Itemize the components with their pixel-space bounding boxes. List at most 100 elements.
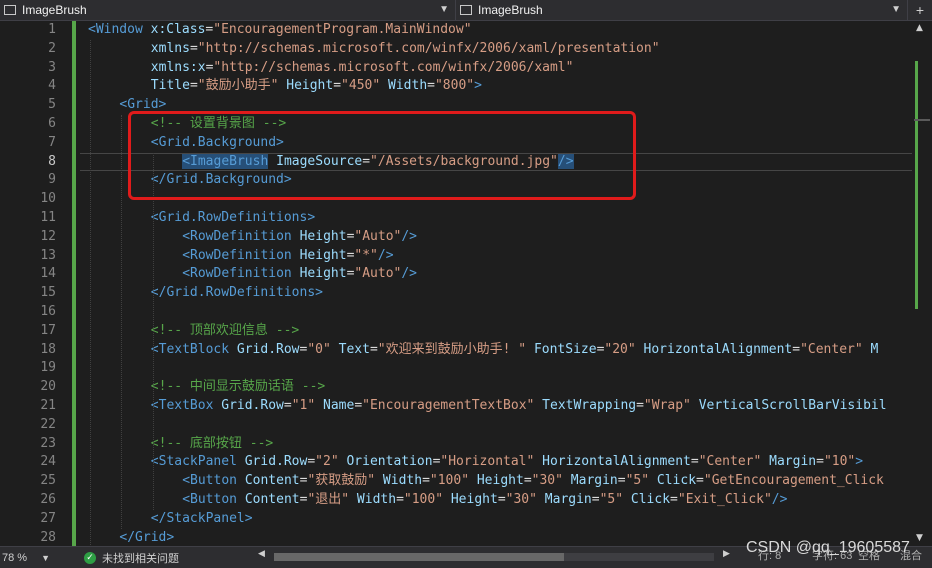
code-token: = bbox=[189, 40, 198, 56]
element-icon bbox=[460, 5, 472, 15]
code-editor[interactable]: <Window x:Class = "EncouragementProgram.Ma… bbox=[80, 21, 912, 546]
code-token: FontSize bbox=[533, 341, 597, 357]
code-token: <StackPanel bbox=[150, 454, 245, 470]
code-token: = bbox=[422, 473, 430, 489]
code-token: "欢迎来到鼓励小助手! " bbox=[377, 341, 527, 357]
scroll-right-icon[interactable]: ▶ bbox=[723, 549, 730, 559]
code-line: </Grid.RowDefinitions> bbox=[151, 284, 323, 303]
code-token: "Horizontal" bbox=[440, 454, 535, 470]
code-token: <!-- 底部按钮 --> bbox=[150, 435, 274, 451]
line-number: 15 bbox=[40, 285, 56, 301]
code-token: <!-- 顶部欢迎信息 --> bbox=[150, 322, 300, 338]
code-token: "10" bbox=[823, 454, 856, 470]
code-token: Height bbox=[286, 78, 334, 94]
code-token: Height bbox=[450, 492, 498, 507]
code-token: = bbox=[696, 473, 704, 489]
scrollbar-change-marker bbox=[915, 61, 918, 309]
code-token: Content bbox=[244, 473, 300, 489]
code-token: "1" bbox=[291, 398, 316, 413]
code-line: <Button Content="退出" Width="100" Height=… bbox=[182, 491, 787, 510]
code-token: = bbox=[283, 398, 292, 413]
code-token: <TextBox bbox=[150, 398, 222, 413]
code-token: Grid.Row bbox=[221, 398, 284, 413]
indent-guide bbox=[152, 152, 154, 510]
scroll-down-icon[interactable]: ▼ bbox=[916, 533, 923, 543]
line-number: 27 bbox=[40, 510, 56, 526]
code-token: Title bbox=[150, 78, 190, 94]
code-token: "EncouragementTextBox" bbox=[362, 398, 535, 413]
code-token: > bbox=[474, 78, 482, 94]
code-token: </Grid.RowDefinitions> bbox=[150, 285, 323, 301]
code-token: "800" bbox=[434, 78, 475, 94]
scroll-up-icon[interactable]: ▲ bbox=[916, 23, 923, 33]
line-number: 3 bbox=[48, 59, 56, 75]
split-editor-button[interactable]: + bbox=[908, 0, 932, 20]
code-line: <Grid.RowDefinitions> bbox=[151, 209, 315, 228]
code-token: "2" bbox=[315, 454, 339, 470]
line-number: 10 bbox=[40, 191, 56, 207]
line-number: 11 bbox=[40, 210, 56, 225]
line-number: 28 bbox=[40, 529, 56, 545]
code-token: Text bbox=[338, 341, 370, 357]
code-token: "20" bbox=[604, 341, 636, 357]
code-token: xmlns bbox=[150, 40, 190, 56]
code-token: "Center" bbox=[698, 454, 762, 470]
code-token: <RowDefinition bbox=[182, 247, 300, 263]
code-token: Click bbox=[656, 473, 697, 489]
issues-indicator[interactable]: ✓ 未找到相关问题 bbox=[84, 550, 254, 566]
code-token: xmlns:x bbox=[150, 59, 206, 75]
line-number: 19 bbox=[40, 360, 56, 376]
hscroll-thumb[interactable] bbox=[274, 553, 564, 561]
code-token: "Center" bbox=[800, 341, 863, 357]
code-line: </Grid> bbox=[119, 529, 174, 546]
line-number: 16 bbox=[40, 304, 56, 319]
code-token: /> bbox=[377, 247, 394, 263]
type-dropdown[interactable]: ImageBrush ▼ bbox=[0, 0, 456, 20]
chevron-down-icon: ▼ bbox=[439, 4, 449, 15]
code-token: "GetEncouragement_Click bbox=[703, 473, 884, 489]
scroll-left-icon[interactable]: ◀ bbox=[258, 549, 265, 559]
horizontal-scrollbar[interactable]: ◀ ▶ bbox=[258, 549, 730, 564]
code-line: <TextBlock Grid.Row="0" Text="欢迎来到鼓励小助手!… bbox=[151, 341, 879, 360]
code-line: xmlns="http://schemas.microsoft.com/winf… bbox=[151, 40, 660, 59]
code-token: <Grid> bbox=[119, 97, 167, 113]
code-line: <StackPanel Grid.Row="2" Orientation="Ho… bbox=[151, 453, 863, 472]
code-line: <RowDefinition Height="*"/> bbox=[182, 247, 393, 266]
code-token: Orientation bbox=[346, 454, 433, 470]
zoom-level: 78 % bbox=[2, 551, 28, 564]
zoom-dropdown[interactable]: 78 % ▼ bbox=[0, 552, 56, 564]
code-token: x:Class bbox=[150, 22, 206, 37]
code-token: "http://schemas.microsoft.com/winfx/2006… bbox=[213, 59, 574, 75]
line-number: 18 bbox=[40, 341, 56, 357]
vertical-scrollbar[interactable]: ▲ ▼ bbox=[912, 21, 932, 546]
member-dropdown[interactable]: ImageBrush ▼ bbox=[456, 0, 908, 20]
line-number: 2 bbox=[48, 40, 56, 56]
line-number: 4 bbox=[48, 78, 56, 94]
code-token: "30" bbox=[531, 473, 563, 489]
code-token: <Button bbox=[182, 492, 245, 507]
line-number: 22 bbox=[40, 416, 56, 432]
code-token: Name bbox=[323, 398, 355, 413]
code-token: = bbox=[617, 473, 626, 489]
code-token: = bbox=[369, 341, 378, 357]
line-number: 9 bbox=[48, 172, 56, 188]
code-token: Height bbox=[299, 228, 347, 244]
code-line: Title="鼓励小助手" Height="450" Width="800"> bbox=[151, 77, 482, 96]
code-token: = bbox=[792, 341, 801, 357]
line-number: 14 bbox=[40, 266, 56, 282]
code-token: "鼓励小助手" bbox=[197, 78, 279, 94]
code-line: <!-- 底部按钮 --> bbox=[151, 435, 273, 454]
code-token: Grid.Row bbox=[244, 454, 308, 470]
